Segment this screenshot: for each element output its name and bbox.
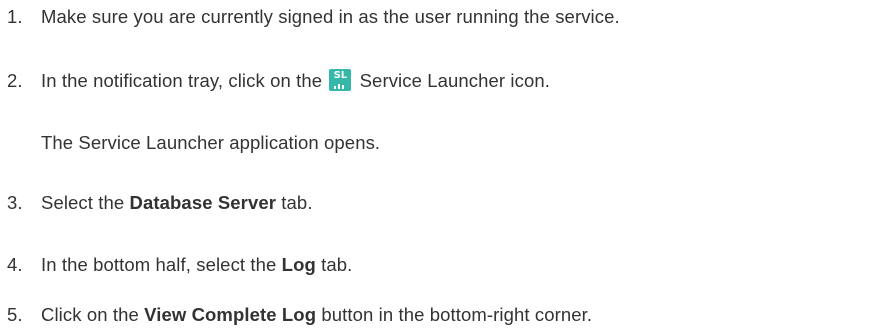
step-1: 1. Make sure you are currently signed in … [7, 2, 620, 32]
step-number: 4. [7, 254, 23, 275]
icon-label: SL [333, 70, 348, 81]
instruction-steps: 1. Make sure you are currently signed in … [0, 0, 871, 334]
step-text-continued: tab. [281, 192, 313, 213]
step-text: Click on the [41, 304, 139, 325]
step-number: 1. [7, 6, 23, 27]
step-text: In the notification tray, click on the [41, 70, 323, 91]
view-complete-log-button-label: View Complete Log [144, 304, 317, 325]
step-text-continued: button in the bottom-right corner. [321, 304, 593, 325]
log-tab-label: Log [281, 254, 316, 275]
service-launcher-icon: SL [329, 69, 352, 91]
step-text: Select the [41, 192, 125, 213]
step-text: Make sure you are currently signed in as… [41, 6, 620, 27]
step-5: 5. Click on the View Complete Log button … [7, 300, 592, 330]
step-number: 5. [7, 304, 23, 325]
step-3: 3. Select the Database Server tab. [7, 188, 313, 218]
step-2: 2. In the notification tray, click on the… [7, 66, 550, 96]
database-server-tab-label: Database Server [129, 192, 277, 213]
step-text-continued: tab. [321, 254, 353, 275]
step-number: 2. [7, 70, 23, 91]
step-4: 4. In the bottom half, select the Log tab… [7, 250, 352, 280]
step-text-continued: Service Launcher icon. [359, 70, 550, 91]
step-number: 3. [7, 192, 23, 213]
step-2-result: The Service Launcher application opens. [41, 132, 381, 153]
step-text: In the bottom half, select the [41, 254, 277, 275]
